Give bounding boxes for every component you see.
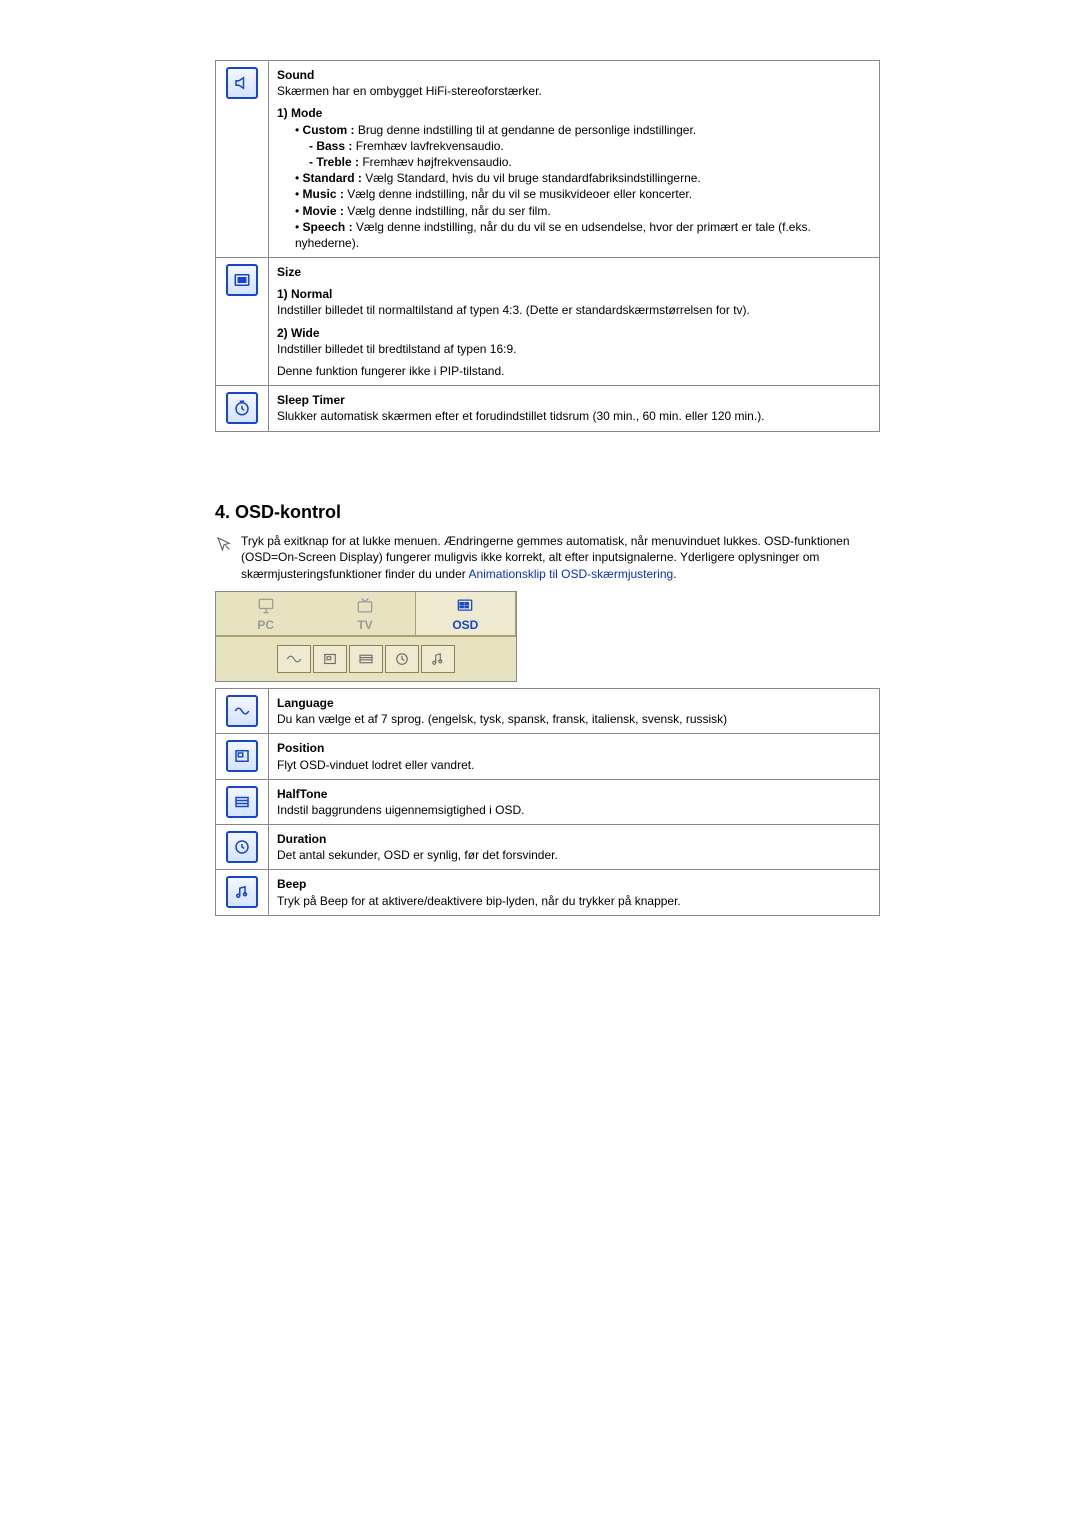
osd-intro-block: Tryk på exitknap for at lukke menuen. Æn…	[215, 533, 880, 583]
sleep-timer-icon	[226, 392, 258, 424]
language-icon	[226, 695, 258, 727]
sleep-title: Sleep Timer	[277, 393, 345, 407]
position-text: Flyt OSD-vinduet lodret eller vandret.	[277, 758, 474, 772]
osd-heading: 4. OSD-kontrol	[215, 502, 880, 523]
duration-icon	[226, 831, 258, 863]
duration-title: Duration	[277, 832, 326, 846]
bass-label: - Bass :	[309, 139, 352, 153]
tab-osd: OSD	[415, 592, 516, 635]
tab-tv-label: TV	[357, 618, 372, 632]
treble-text: Fremhæv højfrekvensaudio.	[359, 155, 512, 169]
standard-text: Vælg Standard, hvis du vil bruge standar…	[362, 171, 701, 185]
size-title: Size	[277, 265, 301, 279]
music-label: Music :	[303, 187, 344, 201]
menu-halftone-icon	[349, 645, 383, 673]
language-text: Du kan vælge et af 7 sprog. (engelsk, ty…	[277, 712, 727, 726]
tab-tv: TV	[315, 592, 414, 635]
sound-mode-title: 1) Mode	[277, 105, 871, 121]
size-normal-title: 1) Normal	[277, 286, 871, 302]
halftone-icon	[226, 786, 258, 818]
osd-intro-end: .	[673, 567, 676, 581]
tab-pc: PC	[216, 592, 315, 635]
sound-size-sleep-table: Sound Skærmen har en ombygget HiFi-stere…	[215, 60, 880, 432]
osd-menu-graphic: PC TV OSD	[215, 591, 517, 682]
size-wide-title: 2) Wide	[277, 325, 871, 341]
tab-pc-label: PC	[257, 618, 274, 632]
speech-label: Speech :	[303, 220, 353, 234]
cursor-hint-icon	[215, 533, 233, 583]
menu-duration-icon	[385, 645, 419, 673]
custom-label: Custom :	[303, 123, 355, 137]
size-note: Denne funktion fungerer ikke i PIP-tilst…	[277, 363, 871, 379]
osd-options-table: Language Du kan vælge et af 7 sprog. (en…	[215, 688, 880, 916]
standard-label: Standard :	[303, 171, 362, 185]
language-title: Language	[277, 696, 334, 710]
sleep-text: Slukker automatisk skærmen efter et foru…	[277, 409, 765, 423]
menu-beep-icon	[421, 645, 455, 673]
sound-title: Sound	[277, 68, 314, 82]
osd-animation-link[interactable]: Animationsklip til OSD-skærmjustering	[468, 567, 673, 581]
position-cell: Position Flyt OSD-vinduet lodret eller v…	[269, 734, 880, 779]
speaker-icon	[226, 67, 258, 99]
size-normal-text: Indstiller billedet til normaltilstand a…	[277, 302, 871, 318]
duration-cell: Duration Det antal sekunder, OSD er synl…	[269, 825, 880, 870]
beep-icon	[226, 876, 258, 908]
bass-text: Fremhæv lavfrekvensaudio.	[352, 139, 503, 153]
music-text: Vælg denne indstilling, når du vil se mu…	[344, 187, 692, 201]
size-cell: Size 1) Normal Indstiller billedet til n…	[269, 258, 880, 386]
size-wide-text: Indstiller billedet til bredtilstand af …	[277, 341, 871, 357]
beep-title: Beep	[277, 877, 306, 891]
treble-label: - Treble :	[309, 155, 359, 169]
menu-position-icon	[313, 645, 347, 673]
language-cell: Language Du kan vælge et af 7 sprog. (en…	[269, 688, 880, 733]
movie-text: Vælg denne indstilling, når du ser film.	[344, 204, 551, 218]
sleep-cell: Sleep Timer Slukker automatisk skærmen e…	[269, 386, 880, 431]
speech-text: Vælg denne indstilling, når du du vil se…	[295, 220, 811, 250]
halftone-title: HalfTone	[277, 787, 327, 801]
movie-label: Movie :	[303, 204, 344, 218]
beep-cell: Beep Tryk på Beep for at aktivere/deakti…	[269, 870, 880, 915]
sound-intro: Skærmen har en ombygget HiFi-stereoforst…	[277, 84, 542, 98]
halftone-text: Indstil baggrundens uigennemsigtighed i …	[277, 803, 525, 817]
size-icon	[226, 264, 258, 296]
menu-language-icon	[277, 645, 311, 673]
sound-cell: Sound Skærmen har en ombygget HiFi-stere…	[269, 61, 880, 258]
duration-text: Det antal sekunder, OSD er synlig, før d…	[277, 848, 558, 862]
custom-text: Brug denne indstilling til at gendanne d…	[355, 123, 697, 137]
position-icon	[226, 740, 258, 772]
tab-osd-label: OSD	[452, 618, 478, 632]
position-title: Position	[277, 741, 324, 755]
halftone-cell: HalfTone Indstil baggrundens uigennemsig…	[269, 779, 880, 824]
beep-text: Tryk på Beep for at aktivere/deaktivere …	[277, 894, 681, 908]
